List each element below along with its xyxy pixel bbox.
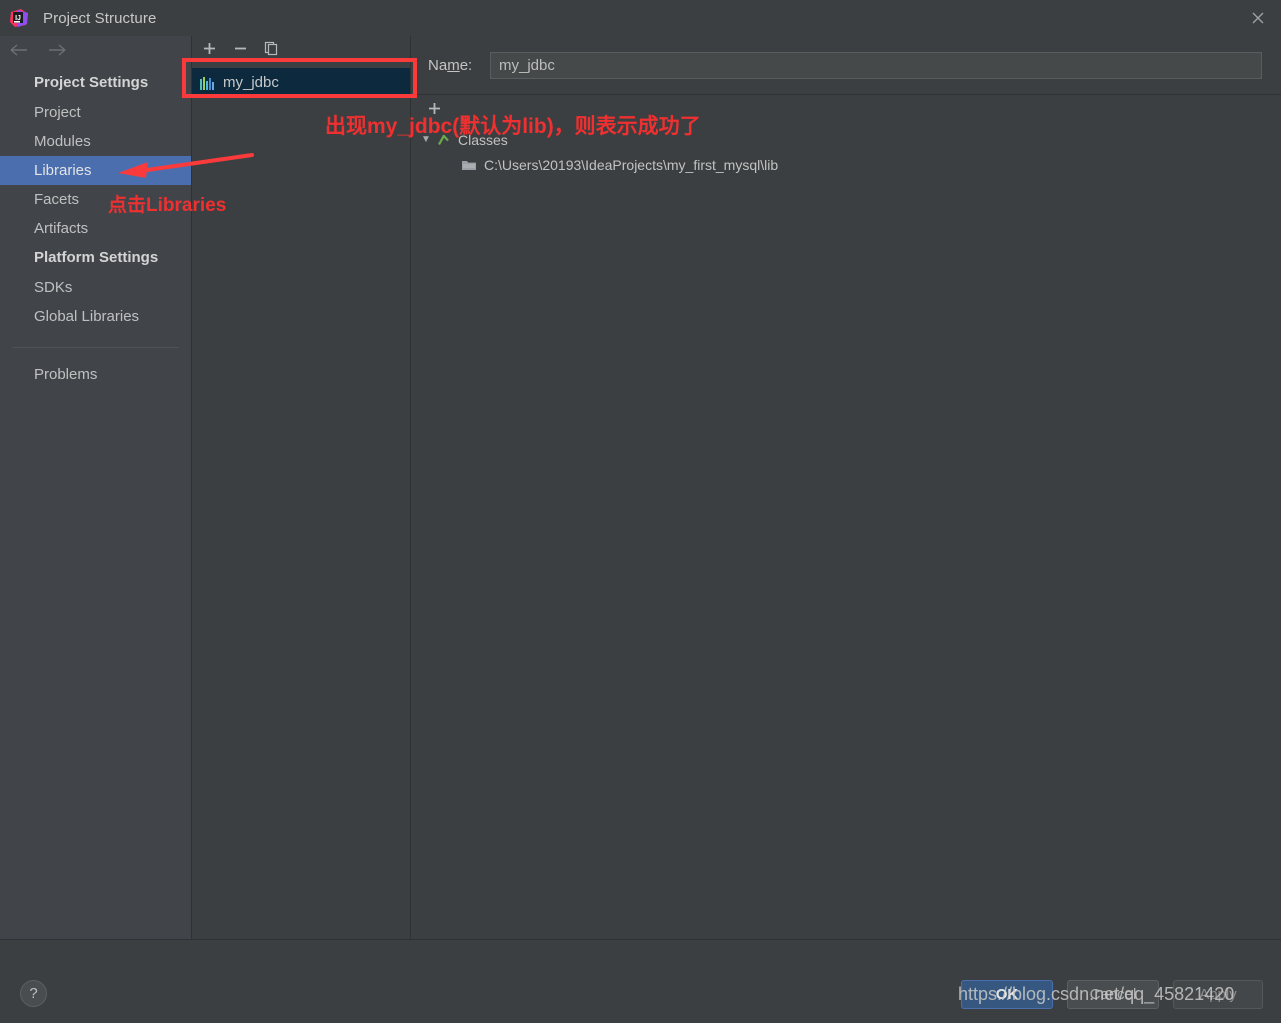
svg-text:IJ: IJ: [15, 15, 21, 22]
classes-root-icon: [435, 132, 451, 148]
classes-tree-toolbar: [411, 95, 1281, 127]
sidebar-item-modules[interactable]: Modules: [0, 127, 191, 156]
sidebar-divider: [12, 347, 179, 348]
archive-folder-icon: [461, 158, 477, 172]
dialog-body: Project Settings Project Modules Librari…: [0, 36, 1281, 939]
name-row: Name:: [411, 36, 1281, 94]
dialog-footer: ? OK Cancel Apply: [0, 939, 1281, 1023]
list-item[interactable]: my_jdbc: [192, 68, 410, 97]
library-list-toolbar: [192, 36, 410, 66]
window-title-bar: IJ Project Structure: [0, 0, 1281, 36]
sidebar-item-project[interactable]: Project: [0, 98, 191, 127]
library-list: my_jdbc: [192, 68, 410, 97]
arrow-left-icon[interactable]: [8, 43, 30, 62]
remove-icon[interactable]: [233, 41, 248, 61]
list-item-label: my_jdbc: [223, 74, 279, 91]
sidebar-group-project-settings: Project Settings: [34, 74, 149, 91]
apply-button[interactable]: Apply: [1173, 980, 1263, 1009]
classes-tree: ▼ Classes C:\Users\20193\IdeaProjects\my…: [411, 127, 1281, 177]
library-list-panel: my_jdbc: [192, 36, 411, 939]
ok-button[interactable]: OK: [961, 980, 1053, 1009]
name-label: Name:: [428, 56, 473, 74]
sidebar-item-libraries[interactable]: Libraries: [0, 156, 191, 185]
sidebar-item-sdks[interactable]: SDKs: [0, 273, 191, 302]
intellij-idea-logo-icon: IJ: [9, 8, 29, 28]
copy-icon[interactable]: [264, 41, 279, 61]
help-button[interactable]: ?: [20, 980, 47, 1007]
library-detail-panel: Name: ▼ Classes: [411, 36, 1281, 939]
tree-row-label: C:\Users\20193\IdeaProjects\my_first_mys…: [484, 156, 779, 173]
cancel-button[interactable]: Cancel: [1067, 980, 1159, 1009]
page-title: Project Structure: [43, 9, 157, 27]
tree-row[interactable]: C:\Users\20193\IdeaProjects\my_first_mys…: [417, 152, 1281, 177]
sidebar-item-problems[interactable]: Problems: [0, 360, 191, 389]
settings-sidebar: Project Settings Project Modules Librari…: [0, 36, 192, 939]
close-icon[interactable]: [1235, 0, 1281, 36]
sidebar-item-facets[interactable]: Facets: [0, 185, 191, 214]
sidebar-group-platform-settings: Platform Settings: [34, 249, 159, 266]
arrow-right-icon[interactable]: [46, 43, 68, 62]
chevron-down-icon[interactable]: ▼: [417, 134, 435, 145]
tree-row[interactable]: ▼ Classes: [417, 127, 1281, 152]
add-icon[interactable]: [202, 41, 217, 61]
library-icon: [200, 76, 216, 90]
tree-row-label: Classes: [458, 131, 508, 148]
name-input[interactable]: [490, 51, 1262, 79]
add-icon[interactable]: [427, 101, 442, 121]
sidebar-navigation: [0, 36, 191, 68]
sidebar-item-global-libraries[interactable]: Global Libraries: [0, 302, 191, 331]
sidebar-item-artifacts[interactable]: Artifacts: [0, 214, 191, 243]
